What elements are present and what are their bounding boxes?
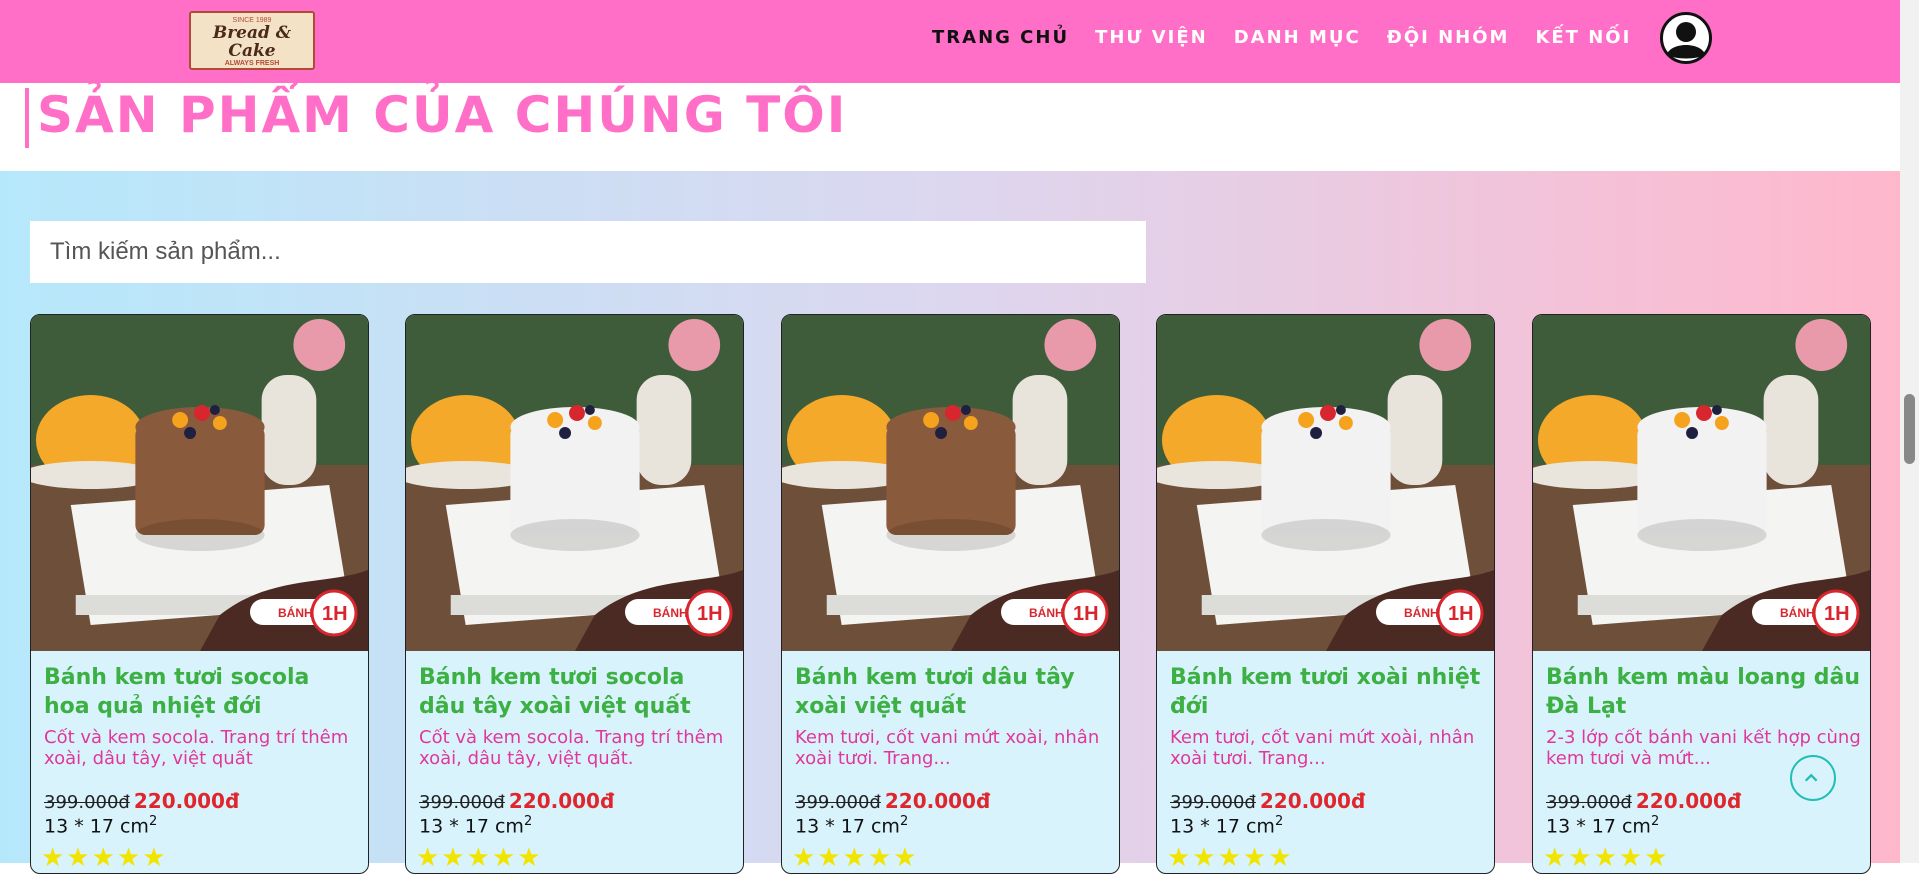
section-header: SẢN PHẨM CỦA CHÚNG TÔI bbox=[0, 83, 1900, 171]
title-accent-bar bbox=[25, 88, 29, 148]
product-card[interactable]: BÁNH 1H Bánh kem tươi socola hoa quả nhi… bbox=[30, 314, 369, 874]
product-size: 13 * 17 cm2 bbox=[1170, 814, 1284, 838]
nav-ket-noi[interactable]: KẾT NỐI bbox=[1535, 27, 1631, 48]
product-description: Cốt và kem socola. Trang trí thêm xoài, … bbox=[419, 727, 724, 769]
product-size: 13 * 17 cm2 bbox=[419, 814, 533, 838]
product-name[interactable]: Bánh kem tươi xoài nhiệt đới bbox=[1170, 663, 1485, 721]
top-navbar: SINCE 1989 Bread & Cake ALWAYS FRESH TRA… bbox=[0, 0, 1900, 83]
svg-text:BÁNH: BÁNH bbox=[278, 605, 313, 620]
rating-stars: ★★★★★ bbox=[416, 842, 543, 872]
svg-text:1H: 1H bbox=[697, 603, 723, 625]
delivery-badge-icon: BÁNH 1H bbox=[1001, 589, 1109, 637]
product-card[interactable]: BÁNH 1H Bánh kem tươi socola dâu tây xoà… bbox=[405, 314, 744, 874]
page-scrollbar[interactable] bbox=[1900, 0, 1919, 863]
nav-danh-muc[interactable]: DANH MỤC bbox=[1234, 27, 1361, 48]
product-prices: 399.000đ 220.000đ bbox=[795, 789, 990, 813]
product-price: 220.000đ bbox=[508, 789, 615, 813]
product-card[interactable]: BÁNH 1H Bánh kem tươi dâu tây xoài việt … bbox=[781, 314, 1120, 874]
rating-stars: ★★★★★ bbox=[792, 842, 919, 872]
delivery-badge-icon: BÁNH 1H bbox=[1752, 589, 1860, 637]
product-prices: 399.000đ 220.000đ bbox=[419, 789, 614, 813]
svg-text:BÁNH: BÁNH bbox=[1029, 605, 1064, 620]
nav-trang-chu[interactable]: TRANG CHỦ bbox=[932, 27, 1069, 48]
svg-text:1H: 1H bbox=[1073, 603, 1099, 625]
logo-tagline: ALWAYS FRESH bbox=[224, 60, 280, 67]
product-price: 220.000đ bbox=[1635, 789, 1742, 813]
scroll-to-top-button[interactable] bbox=[1790, 755, 1836, 801]
product-card[interactable]: BÁNH 1H Bánh kem tươi xoài nhiệt đới Kem… bbox=[1156, 314, 1495, 874]
product-size: 13 * 17 cm2 bbox=[795, 814, 909, 838]
rating-stars: ★★★★★ bbox=[1167, 842, 1294, 872]
product-description: Kem tươi, cốt vani mứt xoài, nhân xoài t… bbox=[1170, 727, 1475, 769]
svg-text:BÁNH: BÁNH bbox=[1780, 605, 1815, 620]
product-old-price: 399.000đ bbox=[44, 792, 130, 813]
user-avatar-icon[interactable] bbox=[1660, 12, 1712, 64]
product-old-price: 399.000đ bbox=[795, 792, 881, 813]
product-price: 220.000đ bbox=[133, 789, 240, 813]
nav-doi-nhom[interactable]: ĐỘI NHÓM bbox=[1387, 27, 1510, 48]
brand-logo[interactable]: SINCE 1989 Bread & Cake ALWAYS FRESH bbox=[189, 11, 315, 70]
delivery-badge-icon: BÁNH 1H bbox=[625, 589, 733, 637]
rating-stars: ★★★★★ bbox=[41, 842, 168, 872]
product-size: 13 * 17 cm2 bbox=[1546, 814, 1660, 838]
product-prices: 399.000đ 220.000đ bbox=[44, 789, 239, 813]
product-prices: 399.000đ 220.000đ bbox=[1170, 789, 1365, 813]
logo-brand: Bread & Cake bbox=[212, 23, 292, 61]
svg-text:1H: 1H bbox=[1824, 603, 1850, 625]
scrollbar-thumb[interactable] bbox=[1904, 394, 1915, 464]
chevron-up-icon bbox=[1804, 773, 1818, 782]
nav-thu-vien[interactable]: THƯ VIỆN bbox=[1095, 27, 1208, 48]
search-input[interactable] bbox=[30, 221, 1146, 283]
product-description: Cốt và kem socola. Trang trí thêm xoài, … bbox=[44, 727, 349, 769]
product-prices: 399.000đ 220.000đ bbox=[1546, 789, 1741, 813]
product-old-price: 399.000đ bbox=[419, 792, 505, 813]
product-name[interactable]: Bánh kem tươi socola dâu tây xoài việt q… bbox=[419, 663, 734, 721]
main-menu: TRANG CHỦ THƯ VIỆN DANH MỤC ĐỘI NHÓM KẾT… bbox=[932, 27, 1631, 48]
svg-text:BÁNH: BÁNH bbox=[653, 605, 688, 620]
svg-text:BÁNH: BÁNH bbox=[1404, 605, 1439, 620]
section-title: SẢN PHẨM CỦA CHÚNG TÔI bbox=[37, 86, 848, 144]
product-name[interactable]: Bánh kem màu loang dâu Đà Lạt bbox=[1546, 663, 1861, 721]
rating-stars: ★★★★★ bbox=[1543, 842, 1670, 872]
svg-text:1H: 1H bbox=[1448, 603, 1474, 625]
delivery-badge-icon: BÁNH 1H bbox=[1376, 589, 1484, 637]
delivery-badge-icon: BÁNH 1H bbox=[250, 589, 358, 637]
product-price: 220.000đ bbox=[884, 789, 991, 813]
product-size: 13 * 17 cm2 bbox=[44, 814, 158, 838]
product-description: Kem tươi, cốt vani mứt xoài, nhân xoài t… bbox=[795, 727, 1100, 769]
svg-text:1H: 1H bbox=[322, 603, 348, 625]
product-price: 220.000đ bbox=[1259, 789, 1366, 813]
product-name[interactable]: Bánh kem tươi dâu tây xoài việt quất bbox=[795, 663, 1110, 721]
product-name[interactable]: Bánh kem tươi socola hoa quả nhiệt đới bbox=[44, 663, 359, 721]
product-old-price: 399.000đ bbox=[1546, 792, 1632, 813]
product-old-price: 399.000đ bbox=[1170, 792, 1256, 813]
